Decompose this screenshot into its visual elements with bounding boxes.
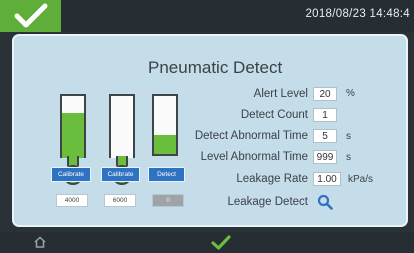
calibrate-button-1[interactable]: Calibrate [51,167,91,182]
value-box-2: 6000 [104,194,136,207]
pneumatic-detect-panel: Pneumatic Detect Calibrate Calibrate Det… [12,34,408,227]
leakage-rate-label: Leakage Rate [236,173,308,185]
page-title: Pneumatic Detect [148,58,283,77]
calibrate-button-2[interactable]: Calibrate [101,167,140,182]
detect-abnormal-time-label: Detect Abnormal Time [194,130,308,142]
check-icon[interactable] [211,234,231,251]
detect-count-label: Detect Count [240,109,308,121]
tube-fill-1 [62,113,84,158]
alert-level-field[interactable]: 20 [313,87,337,101]
check-icon [14,3,47,28]
value-box-1: 4000 [56,194,88,207]
confirm-button[interactable] [0,0,61,32]
leakage-rate-field[interactable]: 1.00 [313,172,341,186]
search-icon[interactable] [317,194,333,210]
alert-level-unit: % [346,88,355,99]
level-abnormal-time-unit: s [346,152,351,163]
leakage-detect-label: Leakage Detect [227,196,308,208]
leakage-rate-unit: kPa/s [348,174,374,185]
alert-level-label: Alert Level [253,88,308,100]
value-box-3: 0 [152,194,184,207]
detect-count-field[interactable]: 1 [313,108,337,122]
level-abnormal-time-field[interactable]: 999 [313,150,337,164]
home-icon[interactable] [34,236,46,248]
bottom-bar [0,232,414,253]
level-abnormal-time-label: Level Abnormal Time [200,151,308,163]
detect-abnormal-time-field[interactable]: 5 [313,129,337,143]
tube-gauge-3 [152,94,178,160]
top-bar: 2018/08/23 14:48:4 [0,0,414,32]
tube-fill-3 [154,134,176,154]
detect-abnormal-time-unit: s [346,131,351,142]
datetime-display: 2018/08/23 14:48:4 [305,8,410,20]
detect-button[interactable]: Detect [148,167,185,182]
